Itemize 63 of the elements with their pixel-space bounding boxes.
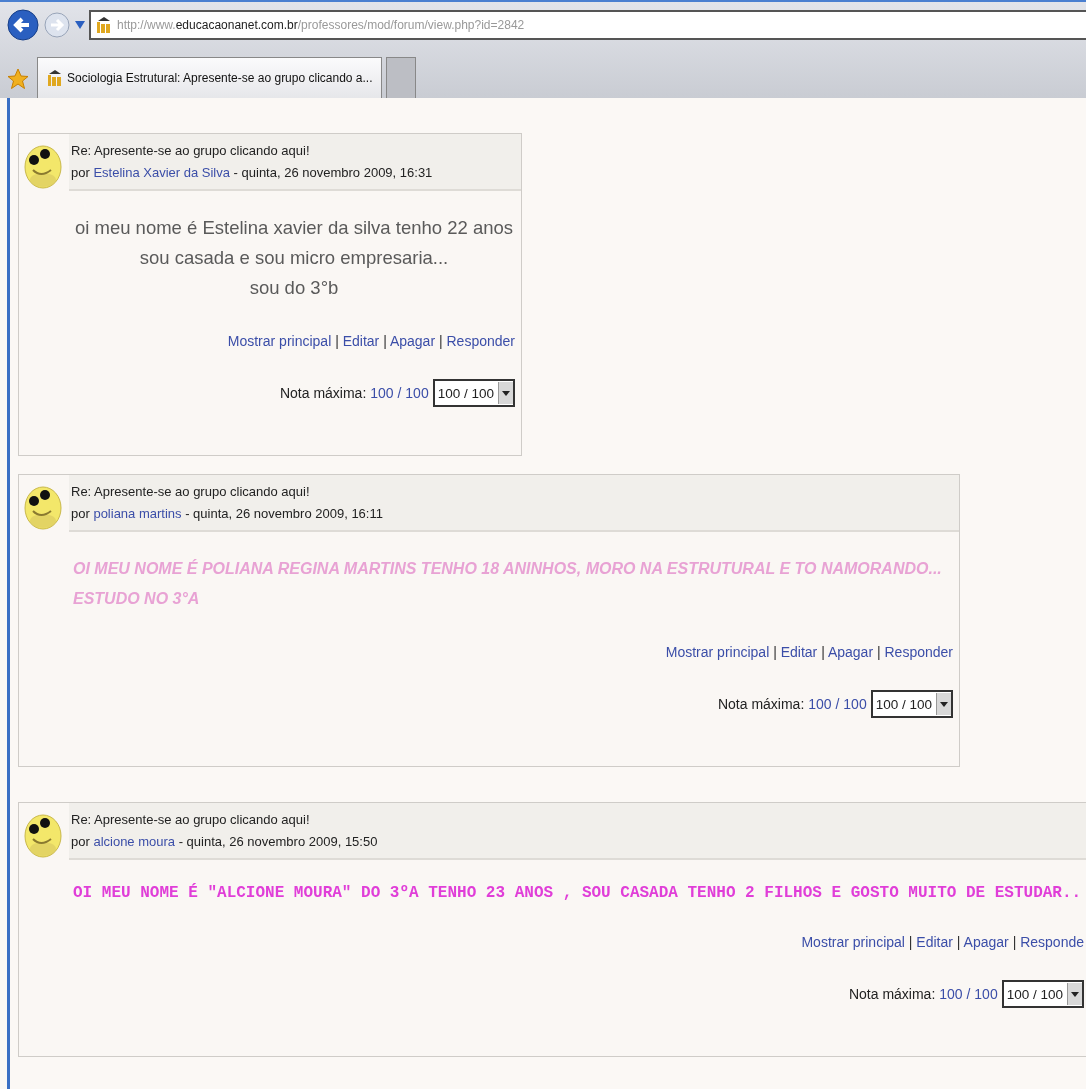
post-date: - quinta, 26 novembro 2009, 16:31 xyxy=(232,165,433,180)
post-date: - quinta, 26 novembro 2009, 15:50 xyxy=(177,834,378,849)
message-line: oi meu nome é Estelina xavier da silva tenho 22 anos xyxy=(73,216,515,240)
by-label: por xyxy=(71,165,91,180)
author-link[interactable]: Estelina Xavier da Silva xyxy=(93,165,230,180)
action-link[interactable]: Editar xyxy=(916,934,953,950)
smiley-icon xyxy=(23,811,63,859)
action-link[interactable]: Apagar xyxy=(963,934,1009,950)
by-label: por xyxy=(71,834,91,849)
separator-text: | xyxy=(955,934,962,950)
grade-label: Nota máxima: xyxy=(279,385,367,401)
site-logo-icon xyxy=(46,69,64,87)
dropdown-icon[interactable] xyxy=(75,21,85,29)
message-line: OI MEU NOME É "ALCIONE MOURA" DO 3ºA TENHO 23 ANOS , SOU CASADA TENHO 2 FILHOS E GOSTO MUITO DE ESTUDAR.. xyxy=(73,882,1080,904)
separator-text: | xyxy=(437,333,444,349)
author-link[interactable]: poliana martins xyxy=(93,506,182,521)
separator-text: | xyxy=(1011,934,1018,950)
grade-select[interactable]: 100 / 100 xyxy=(1001,980,1084,1008)
grade-label: Nota máxima: xyxy=(848,986,936,1002)
author-link[interactable]: alcione moura xyxy=(93,834,176,849)
message-line: ESTUDO NO 3°A xyxy=(73,589,201,609)
address-field[interactable]: http://www.educacaonanet.com.br/professores/mod/forum/view.php?id=2842 xyxy=(89,10,1086,40)
action-link[interactable]: Responder xyxy=(446,333,515,349)
separator-text: | xyxy=(820,644,826,660)
star-icon[interactable] xyxy=(7,68,29,90)
post-date: - quinta, 26 novembro 2009, 16:11 xyxy=(184,506,383,521)
action-link[interactable]: Editar xyxy=(780,644,818,660)
dropdown-icon xyxy=(498,382,513,404)
grade-select[interactable]: 100 / 100 xyxy=(870,690,953,718)
smiley-icon xyxy=(23,142,63,190)
separator-text: | xyxy=(907,934,914,950)
grade-link[interactable]: 100 / 100 xyxy=(370,385,429,401)
message-line: sou casada e sou micro empresaria... xyxy=(138,246,450,270)
message-line: sou do 3°b xyxy=(248,276,340,300)
dropdown-icon xyxy=(936,693,951,715)
action-link[interactable]: Apagar xyxy=(827,644,874,660)
post-subject: Re: Apresente-se ao grupo clicando aqui! xyxy=(71,483,311,501)
post-subject: Re: Apresente-se ao grupo clicando aqui! xyxy=(71,142,311,160)
message-line: OI MEU NOME É POLIANA REGINA MARTINS TENHO 18 ANINHOS, MORO NA ESTRUTURAL E TO NAMORANDO... xyxy=(73,558,943,579)
action-link[interactable]: Mostrar principal xyxy=(227,333,332,349)
dropdown-icon xyxy=(1067,983,1082,1005)
action-link[interactable]: Mostrar principal xyxy=(801,934,905,950)
grade-select[interactable]: 100 / 100 xyxy=(432,379,515,407)
site-logo-icon xyxy=(95,16,113,34)
grade-label: Nota máxima: xyxy=(717,696,805,712)
smiley-icon xyxy=(23,483,63,531)
action-link[interactable]: Editar xyxy=(342,333,380,349)
browser-tab[interactable]: Sociologia Estrutural: Apresente-se ao grupo clicando a... xyxy=(37,57,382,98)
back-icon[interactable] xyxy=(7,8,39,42)
action-link[interactable]: Apagar xyxy=(389,333,436,349)
separator-text: | xyxy=(334,333,340,349)
separator-text: | xyxy=(772,644,778,660)
url-text: http://www.educacaonanet.com.br/professores/mod/forum/view.php?id=2842 xyxy=(117,18,525,32)
separator-text: | xyxy=(875,644,882,660)
post-subject: Re: Apresente-se ao grupo clicando aqui! xyxy=(71,811,311,829)
grade-link[interactable]: 100 / 100 xyxy=(808,696,867,712)
browser-tab[interactable] xyxy=(385,57,416,98)
by-label: por xyxy=(71,506,91,521)
action-link[interactable]: Mostrar principal xyxy=(665,644,770,660)
action-link[interactable]: Responder xyxy=(884,644,953,660)
action-link[interactable]: Responde xyxy=(1020,934,1084,950)
separator-text: | xyxy=(382,333,388,349)
grade-link[interactable]: 100 / 100 xyxy=(939,986,998,1002)
